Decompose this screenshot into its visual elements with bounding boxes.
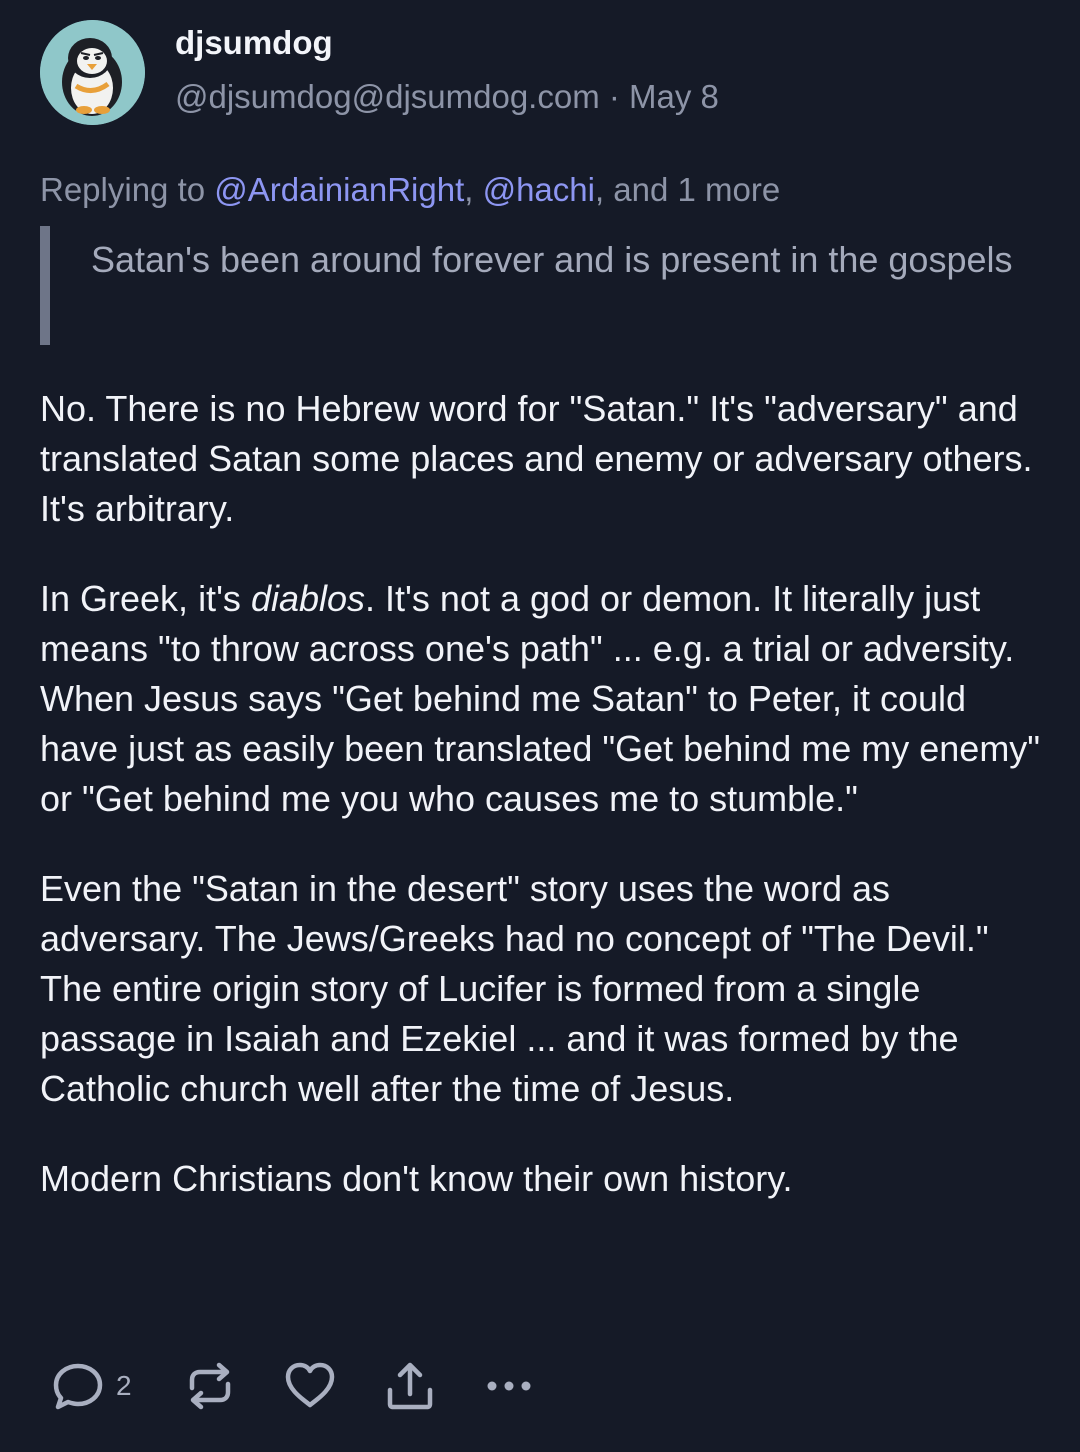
post-actions: 2 xyxy=(50,1358,750,1414)
more-icon xyxy=(487,1381,531,1391)
share-button[interactable] xyxy=(382,1358,438,1414)
quote-text: Satan's been around forever and is prese… xyxy=(91,239,1013,280)
more-options-button[interactable] xyxy=(482,1358,538,1414)
penguin-avatar-icon xyxy=(40,20,145,125)
author-avatar[interactable] xyxy=(40,20,145,125)
body-paragraph-2-start: In Greek, it's xyxy=(40,578,251,619)
more-mentions[interactable]: , and 1 more xyxy=(595,171,780,208)
mention-ardainianright[interactable]: @ArdainianRight xyxy=(214,171,464,208)
author-handle[interactable]: @djsumdog@djsumdog.com xyxy=(175,78,600,115)
mention-hachi[interactable]: @hachi xyxy=(483,171,595,208)
body-paragraph-3: Even the "Satan in the desert" story use… xyxy=(40,868,989,1109)
body-italic-word: diablos xyxy=(250,578,366,619)
post-card: djsumdog @djsumdog@djsumdog.com · May 8 … xyxy=(0,0,1080,1452)
author-display-name[interactable]: djsumdog xyxy=(175,24,333,62)
repost-button[interactable] xyxy=(182,1358,238,1414)
reply-icon xyxy=(53,1363,103,1410)
mention-separator: , xyxy=(464,171,483,208)
reply-count: 2 xyxy=(116,1370,132,1401)
reply-context: Replying to @ArdainianRight, @hachi, and… xyxy=(40,171,780,209)
body-paragraph-4: Modern Christians don't know their own h… xyxy=(40,1158,793,1199)
post-date[interactable]: May 8 xyxy=(629,78,719,115)
body-paragraph-1: No. There is no Hebrew word for "Satan."… xyxy=(40,388,1033,529)
author-meta: @djsumdog@djsumdog.com · May 8 xyxy=(175,78,719,116)
quoted-text: Satan's been around forever and is prese… xyxy=(40,226,1020,345)
replying-prefix: Replying to xyxy=(40,171,215,208)
share-icon xyxy=(387,1362,433,1410)
body-paragraph-2: In Greek, it's diablos. It's not a god o… xyxy=(40,574,1045,824)
like-button[interactable] xyxy=(282,1358,338,1414)
reply-button[interactable]: 2 xyxy=(50,1358,132,1414)
meta-separator: · xyxy=(599,78,630,115)
repost-icon xyxy=(189,1362,231,1410)
post-body: No. There is no Hebrew word for "Satan."… xyxy=(40,384,1045,1204)
like-icon xyxy=(285,1362,335,1408)
